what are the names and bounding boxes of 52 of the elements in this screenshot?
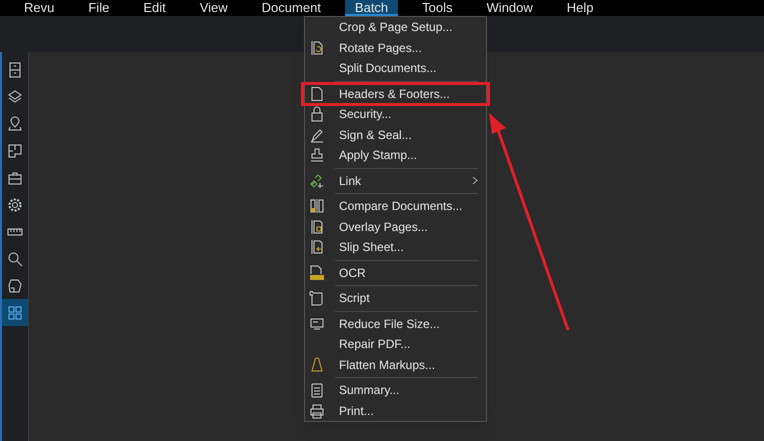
compare-icon <box>309 198 325 214</box>
menu-entry[interactable]: Security... <box>305 104 486 124</box>
grid-icon <box>7 304 23 320</box>
stamp-icon <box>309 147 325 164</box>
floor-plan-icon <box>7 142 23 158</box>
menu-entry[interactable]: Apply Stamp... <box>305 145 486 166</box>
menu-item[interactable]: File <box>78 0 120 16</box>
menu-entry[interactable]: Headers & Footers... <box>303 84 488 104</box>
link-icon <box>309 172 325 189</box>
menu-entry[interactable]: Reduce File Size... <box>305 314 486 334</box>
printer-icon <box>309 402 325 419</box>
slip-sheet-icon <box>309 239 325 256</box>
chevron-right-icon <box>472 176 478 186</box>
menu-item[interactable]: Window <box>476 0 543 16</box>
menu-entry[interactable]: Crop & Page Setup... <box>305 17 486 38</box>
menu-item[interactable]: Batch <box>344 0 398 16</box>
location-pin-icon <box>7 116 23 132</box>
weight-icon <box>309 356 325 373</box>
clipboard-icon <box>309 382 325 398</box>
menu-entry[interactable]: Split Documents... <box>305 58 486 78</box>
menu-entry[interactable]: Script <box>305 288 486 308</box>
menu-item[interactable]: View <box>190 0 238 16</box>
scroll-icon <box>309 290 325 306</box>
shape-icon <box>7 278 23 294</box>
menu-entry[interactable]: Summary... <box>305 380 486 400</box>
page-icon <box>309 86 325 102</box>
gear-icon <box>7 196 23 212</box>
reduce-icon <box>309 316 325 332</box>
toolbox-icon <box>7 170 23 186</box>
ocr-page-icon <box>309 264 325 281</box>
menu-entry[interactable]: OCR <box>305 262 486 283</box>
menu-entry[interactable]: Print... <box>305 400 486 421</box>
menu-entry[interactable]: Compare Documents... <box>305 196 486 216</box>
overlay-icon <box>309 218 325 235</box>
menu-entry[interactable]: Slip Sheet... <box>305 237 486 258</box>
menu-entry[interactable]: Rotate Pages... <box>305 38 486 58</box>
menu-item[interactable]: Edit <box>133 0 176 16</box>
menu-entry[interactable]: Sign & Seal... <box>305 124 486 145</box>
menu-item[interactable]: Tools <box>412 0 463 16</box>
menu-entry[interactable]: Link <box>305 170 486 191</box>
menu-entry[interactable]: Flatten Markups... <box>305 354 486 375</box>
layers-icon <box>7 88 23 104</box>
menu-entry[interactable]: Repair PDF... <box>305 334 486 354</box>
page-rotate-icon <box>309 40 325 56</box>
menu-item[interactable]: Revu <box>14 0 64 16</box>
cabinet-icon <box>7 62 23 78</box>
menu-item[interactable]: Document <box>252 0 331 16</box>
lock-icon <box>309 106 325 122</box>
search-icon <box>7 250 23 266</box>
menu-item[interactable]: Help <box>556 0 604 16</box>
menu-entry[interactable]: Overlay Pages... <box>305 216 486 237</box>
pen-icon <box>309 126 325 143</box>
